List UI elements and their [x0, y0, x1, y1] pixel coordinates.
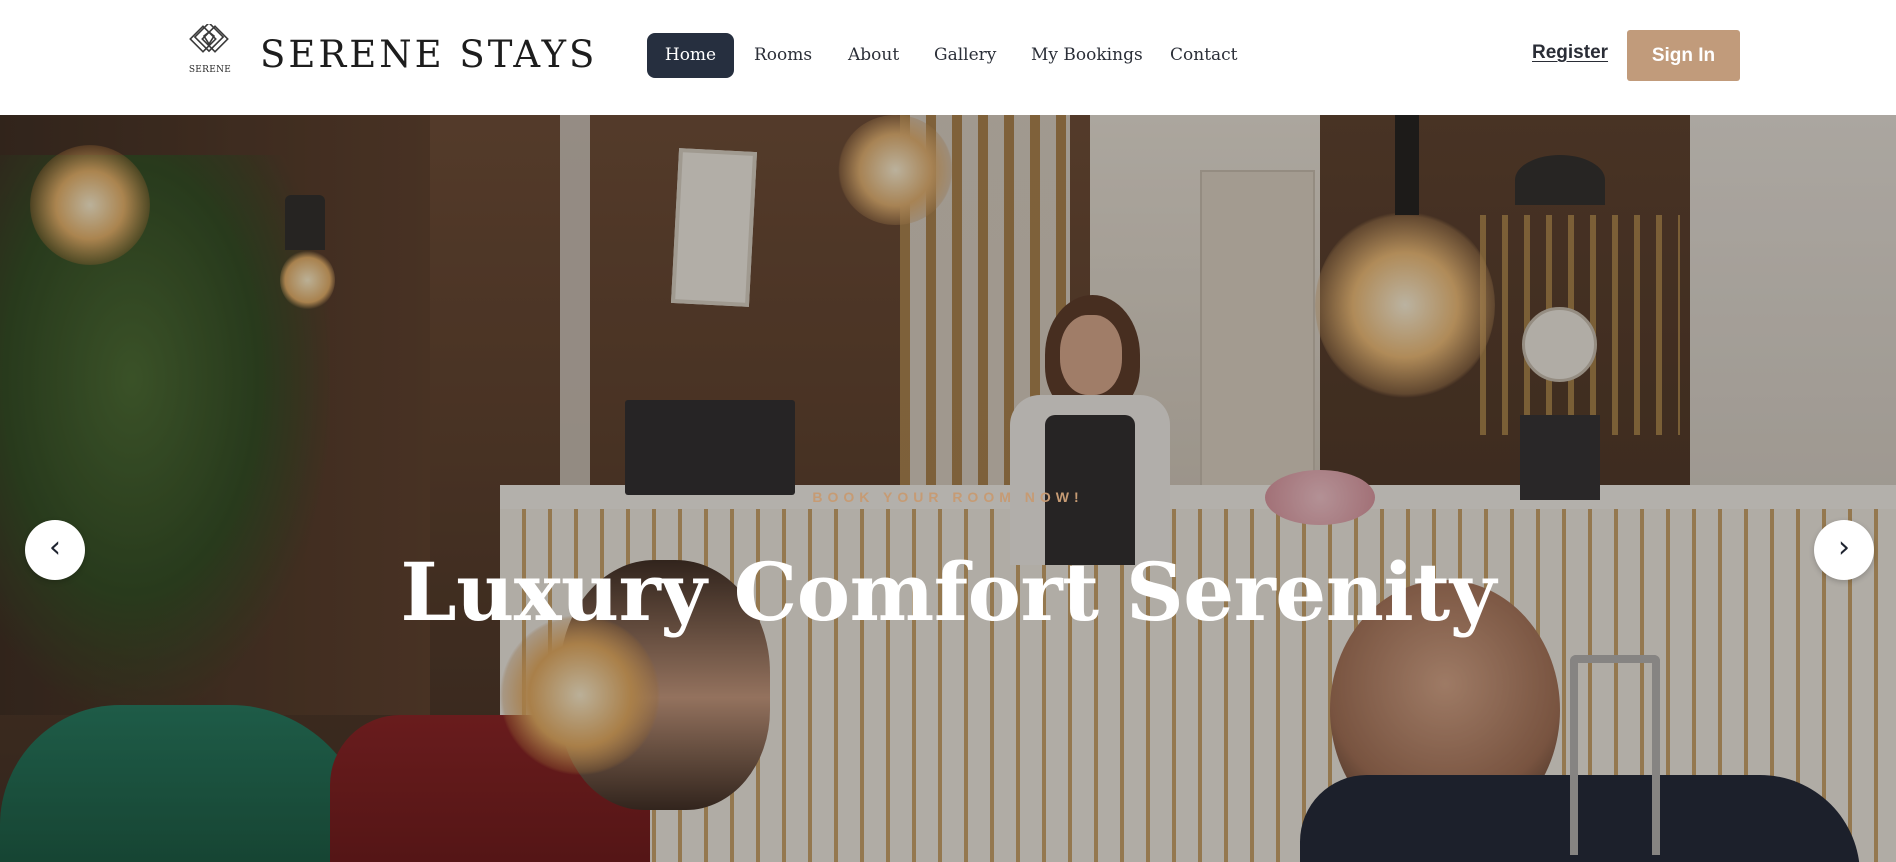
- site-header: SERENE SERENE STAYS Home Rooms About Gal…: [0, 0, 1896, 115]
- nav-item-home[interactable]: Home: [647, 33, 734, 78]
- brand-name[interactable]: SERENE STAYS: [260, 33, 597, 76]
- nav-item-my-bookings[interactable]: My Bookings: [1031, 33, 1143, 78]
- hero-carousel: BOOK YOUR ROOM NOW! Luxury Comfort Seren…: [0, 115, 1896, 862]
- carousel-prev-button[interactable]: ‹: [25, 520, 85, 580]
- register-link[interactable]: Register: [1532, 42, 1608, 64]
- chevron-right-icon: ›: [1838, 530, 1850, 565]
- nav-item-about[interactable]: About: [848, 33, 899, 78]
- hero-headline: Luxury Comfort Serenity: [400, 545, 1496, 639]
- nav-item-contact[interactable]: Contact: [1170, 33, 1238, 78]
- hero-kicker: BOOK YOUR ROOM NOW!: [812, 489, 1084, 505]
- carousel-next-button[interactable]: ›: [1814, 520, 1874, 580]
- chevron-left-icon: ‹: [49, 530, 61, 565]
- diamond-logo-icon: [189, 24, 229, 53]
- sign-in-button[interactable]: Sign In: [1627, 30, 1740, 81]
- brand-logo[interactable]: SERENE: [187, 24, 233, 86]
- nav-item-gallery[interactable]: Gallery: [934, 33, 996, 78]
- logo-text: SERENE: [188, 65, 232, 75]
- nav-item-rooms[interactable]: Rooms: [754, 33, 812, 78]
